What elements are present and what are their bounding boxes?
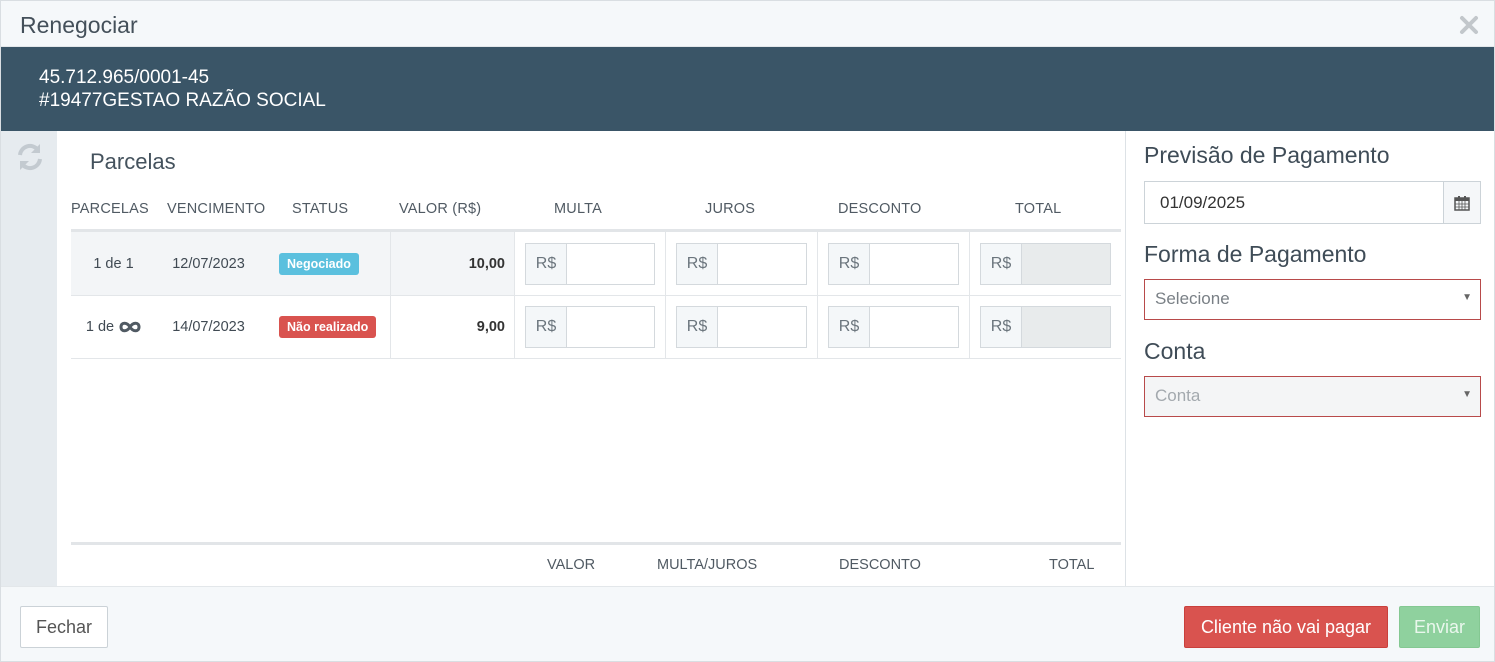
due-date-cell: 12/07/2023 xyxy=(156,232,261,295)
column-divider xyxy=(390,232,391,295)
discount-input[interactable] xyxy=(870,306,959,348)
table-row: 1 de 1 12/07/2023 Negociado 10,00 R$ R$ … xyxy=(71,232,1121,296)
currency-addon: R$ xyxy=(525,306,567,348)
currency-addon: R$ xyxy=(980,306,1022,348)
close-button[interactable]: Fechar xyxy=(20,606,108,648)
col-header-multa: MULTA xyxy=(554,201,602,217)
summary-header-total: TOTAL xyxy=(1049,557,1095,573)
section-title: Parcelas xyxy=(90,149,176,174)
payment-forecast-input[interactable]: 01/09/2025 xyxy=(1144,181,1444,224)
col-header-parcelas: PARCELAS xyxy=(71,201,149,217)
payment-method-label: Forma de Pagamento xyxy=(1144,241,1367,267)
discount-input-group: R$ xyxy=(828,306,959,348)
col-header-desconto: DESCONTO xyxy=(838,201,922,217)
column-divider xyxy=(969,232,970,295)
chevron-down-icon: ▼ xyxy=(1462,292,1472,303)
currency-addon: R$ xyxy=(676,243,718,285)
modal-header: Renegociar xyxy=(1,1,1494,47)
summary-header-valor: VALOR xyxy=(547,557,596,573)
discount-input[interactable] xyxy=(870,243,959,285)
fine-input[interactable] xyxy=(567,306,655,348)
interest-input[interactable] xyxy=(718,306,807,348)
summary-divider xyxy=(71,542,1121,545)
interest-input-group: R$ xyxy=(676,306,807,348)
currency-addon: R$ xyxy=(676,306,718,348)
client-name: #19477GESTAO RAZÃO SOCIAL xyxy=(39,90,326,111)
interest-input-group: R$ xyxy=(676,243,807,285)
col-header-vencimento: VENCIMENTO xyxy=(167,201,266,217)
amount-cell: 9,00 xyxy=(391,296,515,358)
total-input xyxy=(1022,306,1111,348)
send-button[interactable]: Enviar xyxy=(1399,606,1480,648)
column-divider xyxy=(817,232,818,295)
summary-header-desconto: DESCONTO xyxy=(839,557,921,573)
col-header-total: TOTAL xyxy=(1015,201,1062,217)
installment-label: 1 de xyxy=(85,319,115,335)
payment-side-panel: Previsão de Pagamento 01/09/2025 Forma d… xyxy=(1125,131,1494,586)
due-date: 12/07/2023 xyxy=(172,255,245,272)
summary-header-multa-juros: MULTA/JUROS xyxy=(657,557,758,573)
chevron-down-icon: ▼ xyxy=(1462,389,1472,400)
column-divider xyxy=(514,296,515,358)
calendar-icon[interactable] xyxy=(1443,181,1481,224)
payment-forecast-label: Previsão de Pagamento xyxy=(1144,142,1390,168)
account-select[interactable]: Conta ▼ xyxy=(1144,376,1481,417)
column-divider xyxy=(390,296,391,358)
col-header-status: STATUS xyxy=(292,201,349,217)
installment-cell: 1 de xyxy=(71,296,156,358)
column-divider xyxy=(665,296,666,358)
installment-cell: 1 de 1 xyxy=(71,232,156,295)
total-input-group: R$ xyxy=(980,243,1111,285)
infinity-icon xyxy=(119,321,141,333)
left-strip xyxy=(1,131,57,586)
column-divider xyxy=(817,296,818,358)
client-will-not-pay-button[interactable]: Cliente não vai pagar xyxy=(1184,606,1388,648)
client-document: 45.712.965/0001-45 xyxy=(39,67,210,88)
status-badge: Não realizado xyxy=(279,316,377,338)
discount-input-group: R$ xyxy=(828,243,959,285)
status-cell: Não realizado xyxy=(261,296,391,358)
due-date-cell: 14/07/2023 xyxy=(156,296,261,358)
currency-addon: R$ xyxy=(525,243,567,285)
status-cell: Negociado xyxy=(261,232,391,295)
client-info-bar: 45.712.965/0001-45 #19477GESTAO RAZÃO SO… xyxy=(1,47,1494,131)
col-header-juros: JUROS xyxy=(705,201,756,217)
account-value: Conta xyxy=(1155,386,1201,405)
payment-method-value: Selecione xyxy=(1155,289,1230,308)
currency-addon: R$ xyxy=(828,243,870,285)
modal-footer: Fechar Cliente não vai pagar Enviar xyxy=(1,586,1494,661)
modal-title: Renegociar xyxy=(20,12,138,38)
installment-label: 1 de 1 xyxy=(93,255,134,272)
column-divider xyxy=(665,232,666,295)
refresh-icon[interactable] xyxy=(14,141,46,173)
fine-input-group: R$ xyxy=(525,306,655,348)
amount-value: 9,00 xyxy=(476,319,505,335)
status-badge: Negociado xyxy=(279,252,359,275)
interest-input[interactable] xyxy=(718,243,807,285)
currency-addon: R$ xyxy=(980,243,1022,285)
renegotiate-modal: Renegociar 45.712.965/0001-45 #19477GEST… xyxy=(0,0,1495,662)
currency-addon: R$ xyxy=(828,306,870,348)
fine-input[interactable] xyxy=(567,243,655,285)
close-icon[interactable] xyxy=(1458,14,1480,36)
column-divider xyxy=(514,232,515,295)
account-label: Conta xyxy=(1144,338,1206,364)
installments-panel: Parcelas PARCELAS VENCIMENTO STATUS VALO… xyxy=(57,131,1125,586)
due-date: 14/07/2023 xyxy=(172,319,245,335)
amount-cell: 10,00 xyxy=(391,232,515,295)
total-input-group: R$ xyxy=(980,306,1111,348)
amount-value: 10,00 xyxy=(468,255,505,272)
total-input xyxy=(1022,243,1111,285)
column-divider xyxy=(969,296,970,358)
col-header-valor: VALOR (R$) xyxy=(399,201,482,217)
table-row: 1 de 14/07/2023 Não realizado 9,00 R$ R$… xyxy=(71,296,1121,359)
fine-input-group: R$ xyxy=(525,243,655,285)
payment-method-select[interactable]: Selecione ▼ xyxy=(1144,279,1481,320)
